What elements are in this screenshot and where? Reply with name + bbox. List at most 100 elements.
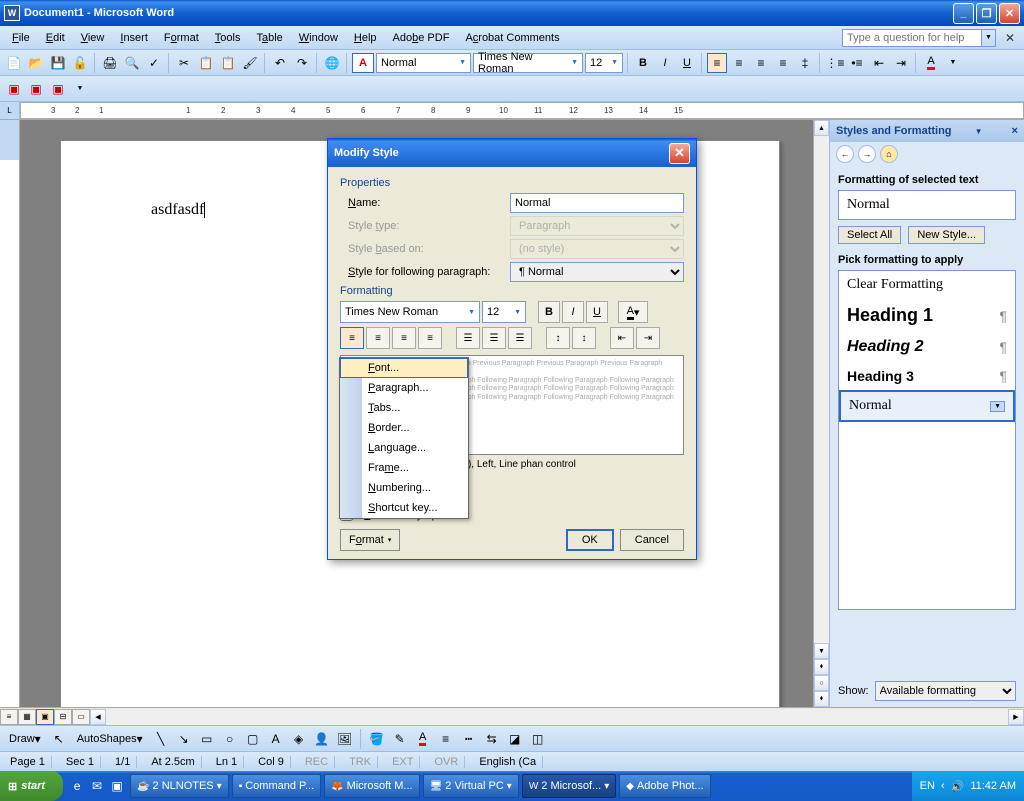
pdf-create-icon[interactable]: ▣: [26, 79, 46, 99]
hyperlink-icon[interactable]: 🌐: [322, 53, 342, 73]
format-menu-shortcut[interactable]: Shortcut key...: [340, 498, 468, 518]
menu-view[interactable]: View: [73, 29, 113, 47]
dlg-bold-icon[interactable]: B: [538, 301, 560, 323]
current-formatting-box[interactable]: Normal: [838, 190, 1016, 220]
vertical-ruler[interactable]: [0, 120, 20, 707]
new-style-button[interactable]: New Style...: [908, 226, 985, 244]
taskbar-item[interactable]: 🦊 Microsoft M...: [324, 774, 419, 798]
menu-adobe-pdf[interactable]: Adobe PDF: [385, 29, 458, 47]
status-lang[interactable]: English (Ca: [473, 756, 543, 768]
select-objects-icon[interactable]: ↖: [49, 729, 69, 749]
close-doc-button[interactable]: ✕: [1000, 28, 1020, 48]
quick-launch-icon[interactable]: ▣: [107, 776, 127, 796]
font-combo[interactable]: Times New Roman▼: [473, 53, 583, 73]
font-color-draw-icon[interactable]: A: [413, 729, 433, 749]
taskbar-item[interactable]: ◆ Adobe Phot...: [619, 774, 710, 798]
permission-icon[interactable]: 🔓: [70, 53, 90, 73]
dlg-align-center-icon[interactable]: ≡: [366, 327, 390, 349]
menu-edit[interactable]: Edit: [38, 29, 73, 47]
scroll-left-icon[interactable]: ◀: [90, 709, 106, 725]
dropdown-icon[interactable]: ▼: [990, 401, 1005, 412]
open-icon[interactable]: 📂: [26, 53, 46, 73]
arrow-icon[interactable]: ↘: [174, 729, 194, 749]
maximize-button[interactable]: ❐: [976, 3, 997, 24]
line-spacing-icon[interactable]: ‡: [795, 53, 815, 73]
menu-help[interactable]: Help: [346, 29, 385, 47]
line-icon[interactable]: ╲: [151, 729, 171, 749]
taskbar-item-active[interactable]: W 2 Microsof... ▾: [522, 774, 616, 798]
scroll-up-icon[interactable]: ▲: [814, 120, 829, 136]
system-tray[interactable]: EN ‹ 🔊 11:42 AM: [912, 771, 1024, 801]
dlg-italic-icon[interactable]: I: [562, 301, 584, 323]
list-item-clear[interactable]: Clear Formatting: [839, 271, 1015, 299]
nav-forward-icon[interactable]: →: [858, 145, 876, 163]
ruler-scale[interactable]: 321 123 456 789 101112 131415: [20, 102, 1024, 119]
clipart-icon[interactable]: 👤: [312, 729, 332, 749]
menu-insert[interactable]: Insert: [112, 29, 156, 47]
format-menu-button[interactable]: Format▾: [340, 529, 400, 551]
dlg-font-color-icon[interactable]: A ▾: [618, 301, 648, 323]
picture-icon[interactable]: 🖼: [335, 729, 355, 749]
lang-indicator[interactable]: EN: [920, 780, 935, 792]
taskpane-close-icon[interactable]: ×: [1012, 125, 1018, 137]
ie-icon[interactable]: e: [67, 776, 87, 796]
print-icon[interactable]: 🖨: [100, 53, 120, 73]
save-icon[interactable]: 💾: [48, 53, 68, 73]
outlook-icon[interactable]: ✉: [87, 776, 107, 796]
format-menu-font[interactable]: Font...: [340, 358, 468, 378]
format-menu-frame[interactable]: Frame...: [340, 458, 468, 478]
size-combo[interactable]: 12▼: [585, 53, 623, 73]
print-view-icon[interactable]: ▣: [36, 709, 54, 725]
draw-menu[interactable]: Draw ▾: [4, 729, 46, 749]
menu-format[interactable]: Format: [156, 29, 207, 47]
format-menu-tabs[interactable]: Tabs...: [340, 398, 468, 418]
formatting-list[interactable]: Clear Formatting Heading 1¶ Heading 2¶ H…: [838, 270, 1016, 610]
paste-icon[interactable]: 📋: [218, 53, 238, 73]
status-ext[interactable]: EXT: [386, 756, 420, 768]
show-select[interactable]: Available formatting: [875, 681, 1016, 701]
outline-view-icon[interactable]: ⊟: [54, 709, 72, 725]
dash-style-icon[interactable]: ┅: [459, 729, 479, 749]
close-button[interactable]: ✕: [999, 3, 1020, 24]
pdf-review-icon[interactable]: ▣: [48, 79, 68, 99]
rectangle-icon[interactable]: ▭: [197, 729, 217, 749]
format-menu-numbering[interactable]: Numbering...: [340, 478, 468, 498]
numbering-icon[interactable]: ⋮≡: [825, 53, 845, 73]
wordart-icon[interactable]: A: [266, 729, 286, 749]
minimize-button[interactable]: _: [953, 3, 974, 24]
diagram-icon[interactable]: ◈: [289, 729, 309, 749]
dlg-font-combo[interactable]: Times New Roman▼: [340, 301, 480, 323]
style-combo[interactable]: Normal▼: [376, 53, 471, 73]
oval-icon[interactable]: ○: [220, 729, 240, 749]
format-menu-border[interactable]: Border...: [340, 418, 468, 438]
dlg-align-right-icon[interactable]: ≡: [392, 327, 416, 349]
vertical-scrollbar[interactable]: ▲ ▼ ⬧ ○ ⬧: [813, 120, 829, 707]
dlg-underline-icon[interactable]: U: [586, 301, 608, 323]
status-trk[interactable]: TRK: [343, 756, 378, 768]
select-all-button[interactable]: Select All: [838, 226, 901, 244]
pdf-convert-icon[interactable]: ▣: [4, 79, 24, 99]
list-item-heading3[interactable]: Heading 3¶: [839, 362, 1015, 390]
arrow-style-icon[interactable]: ⇆: [482, 729, 502, 749]
list-item-heading1[interactable]: Heading 1¶: [839, 299, 1015, 332]
dlg-space-after-icon[interactable]: ↕: [572, 327, 596, 349]
dialog-titlebar[interactable]: Modify Style ✕: [328, 139, 696, 167]
menu-table[interactable]: Table: [248, 29, 290, 47]
taskbar-item[interactable]: ☕ 2 NLNOTES ▾: [130, 774, 229, 798]
shadow-icon[interactable]: ◪: [505, 729, 525, 749]
undo-icon[interactable]: ↶: [270, 53, 290, 73]
autoshapes-menu[interactable]: AutoShapes ▾: [72, 729, 148, 749]
bold-icon[interactable]: B: [633, 53, 653, 73]
browse-select-icon[interactable]: ○: [814, 675, 829, 691]
redo-icon[interactable]: ↷: [292, 53, 312, 73]
spelling-icon[interactable]: ✓: [144, 53, 164, 73]
clock[interactable]: 11:42 AM: [970, 780, 1016, 792]
list-item-heading2[interactable]: Heading 2¶: [839, 332, 1015, 362]
toolbar-options-icon-2[interactable]: ▼: [70, 79, 90, 99]
menu-acrobat-comments[interactable]: Acrobat Comments: [457, 29, 567, 47]
align-justify-icon[interactable]: ≡: [773, 53, 793, 73]
start-button[interactable]: ⊞start: [0, 771, 63, 801]
list-item-normal[interactable]: Normal▼: [839, 390, 1015, 422]
following-select[interactable]: ¶ Normal: [510, 262, 684, 282]
line-color-icon[interactable]: ✎: [390, 729, 410, 749]
